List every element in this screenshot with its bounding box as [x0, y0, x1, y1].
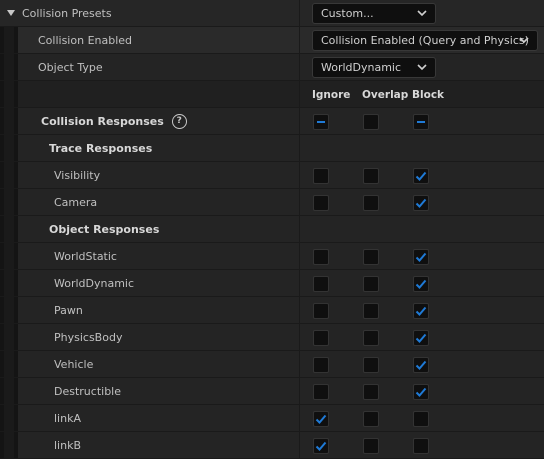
response-row: WorldDynamic: [0, 270, 544, 296]
overlap-checkbox[interactable]: [363, 303, 379, 319]
indeterminate-icon: [417, 121, 425, 123]
overlap-checkbox[interactable]: [363, 411, 379, 427]
collision-presets-dropdown[interactable]: Custom...: [312, 3, 436, 24]
column-ignore: Ignore: [312, 89, 351, 101]
block-checkbox[interactable]: [413, 438, 429, 454]
object-responses-row: Object Responses: [0, 216, 544, 242]
collision-enabled-label: Collision Enabled: [38, 33, 133, 47]
checkmark-icon: [415, 252, 427, 262]
response-row: Pawn: [0, 297, 544, 323]
overlap-checkbox[interactable]: [363, 276, 379, 292]
overlap-checkbox[interactable]: [363, 384, 379, 400]
response-row: Vehicle: [0, 351, 544, 377]
response-name: WorldStatic: [54, 249, 117, 263]
trace-responses-row: Trace Responses: [0, 135, 544, 161]
ignore-checkbox[interactable]: [313, 276, 329, 292]
trace-responses-label: Trace Responses: [49, 141, 153, 155]
collision-presets-label: Collision Presets: [22, 6, 112, 20]
column-block: Block: [412, 89, 445, 101]
response-name: Destructible: [54, 384, 121, 398]
checkmark-icon: [415, 171, 427, 181]
ignore-checkbox[interactable]: [313, 438, 329, 454]
block-checkbox[interactable]: [413, 303, 429, 319]
collision-presets-row: Collision Presets Custom...: [0, 0, 544, 26]
response-row: Destructible: [0, 378, 544, 404]
response-name: linkA: [54, 411, 81, 425]
collision-enabled-value: Collision Enabled (Query and Physics): [321, 34, 529, 47]
help-icon[interactable]: ?: [171, 113, 187, 129]
ignore-checkbox[interactable]: [313, 303, 329, 319]
indeterminate-icon: [317, 121, 325, 123]
block-checkbox[interactable]: [413, 330, 429, 346]
response-name: WorldDynamic: [54, 276, 135, 290]
object-responses-label: Object Responses: [49, 222, 160, 236]
chevron-down-icon: [417, 64, 427, 71]
collision-panel: Collision Presets Custom... Collision En…: [0, 0, 544, 459]
collision-responses-block-checkbox[interactable]: [413, 114, 429, 130]
checkmark-icon: [415, 360, 427, 370]
response-name: Camera: [54, 195, 98, 209]
block-checkbox[interactable]: [413, 168, 429, 184]
ignore-checkbox[interactable]: [313, 384, 329, 400]
response-name: Pawn: [54, 303, 83, 317]
object-type-row: Object Type WorldDynamic: [0, 54, 544, 80]
ignore-checkbox[interactable]: [313, 357, 329, 373]
object-type-label: Object Type: [38, 60, 103, 74]
overlap-checkbox[interactable]: [363, 249, 379, 265]
checkmark-icon: [315, 441, 327, 451]
overlap-checkbox[interactable]: [363, 357, 379, 373]
object-type-value: WorldDynamic: [321, 61, 402, 74]
ignore-checkbox[interactable]: [313, 195, 329, 211]
overlap-checkbox[interactable]: [363, 195, 379, 211]
ignore-checkbox[interactable]: [313, 330, 329, 346]
block-checkbox[interactable]: [413, 384, 429, 400]
ignore-checkbox[interactable]: [313, 249, 329, 265]
response-row: linkB: [0, 432, 544, 458]
checkmark-icon: [415, 333, 427, 343]
block-checkbox[interactable]: [413, 195, 429, 211]
ignore-checkbox[interactable]: [313, 411, 329, 427]
chevron-down-icon: [417, 10, 427, 17]
collision-presets-value: Custom...: [321, 7, 374, 20]
collision-responses-ignore-checkbox[interactable]: [313, 114, 329, 130]
overlap-checkbox[interactable]: [363, 330, 379, 346]
checkmark-icon: [415, 198, 427, 208]
collision-enabled-row: Collision Enabled Collision Enabled (Que…: [0, 27, 544, 53]
response-row: Visibility: [0, 162, 544, 188]
checkmark-icon: [415, 387, 427, 397]
overlap-checkbox[interactable]: [363, 438, 379, 454]
response-row: WorldStatic: [0, 243, 544, 269]
object-type-dropdown[interactable]: WorldDynamic: [312, 57, 436, 78]
response-row: PhysicsBody: [0, 324, 544, 350]
response-name: linkB: [54, 438, 82, 452]
collision-enabled-dropdown[interactable]: Collision Enabled (Query and Physics): [312, 30, 538, 51]
response-row: Camera: [0, 189, 544, 215]
response-name: Vehicle: [54, 357, 94, 371]
block-checkbox[interactable]: [413, 249, 429, 265]
block-checkbox[interactable]: [413, 357, 429, 373]
collision-responses-row: Collision Responses ?: [0, 108, 544, 134]
collision-responses-label: Collision Responses: [41, 114, 164, 128]
checkmark-icon: [415, 306, 427, 316]
checkmark-icon: [315, 414, 327, 424]
chevron-down-icon: [519, 37, 529, 44]
overlap-checkbox[interactable]: [363, 168, 379, 184]
column-overlap: Overlap: [362, 89, 409, 101]
checkmark-icon: [415, 279, 427, 289]
block-checkbox[interactable]: [413, 411, 429, 427]
response-name: Visibility: [54, 168, 101, 182]
response-row: linkA: [0, 405, 544, 431]
column-header-row: [0, 81, 544, 107]
collision-responses-overlap-checkbox[interactable]: [363, 114, 379, 130]
block-checkbox[interactable]: [413, 276, 429, 292]
collapse-arrow-icon[interactable]: [7, 10, 15, 16]
response-name: PhysicsBody: [54, 330, 123, 344]
ignore-checkbox[interactable]: [313, 168, 329, 184]
